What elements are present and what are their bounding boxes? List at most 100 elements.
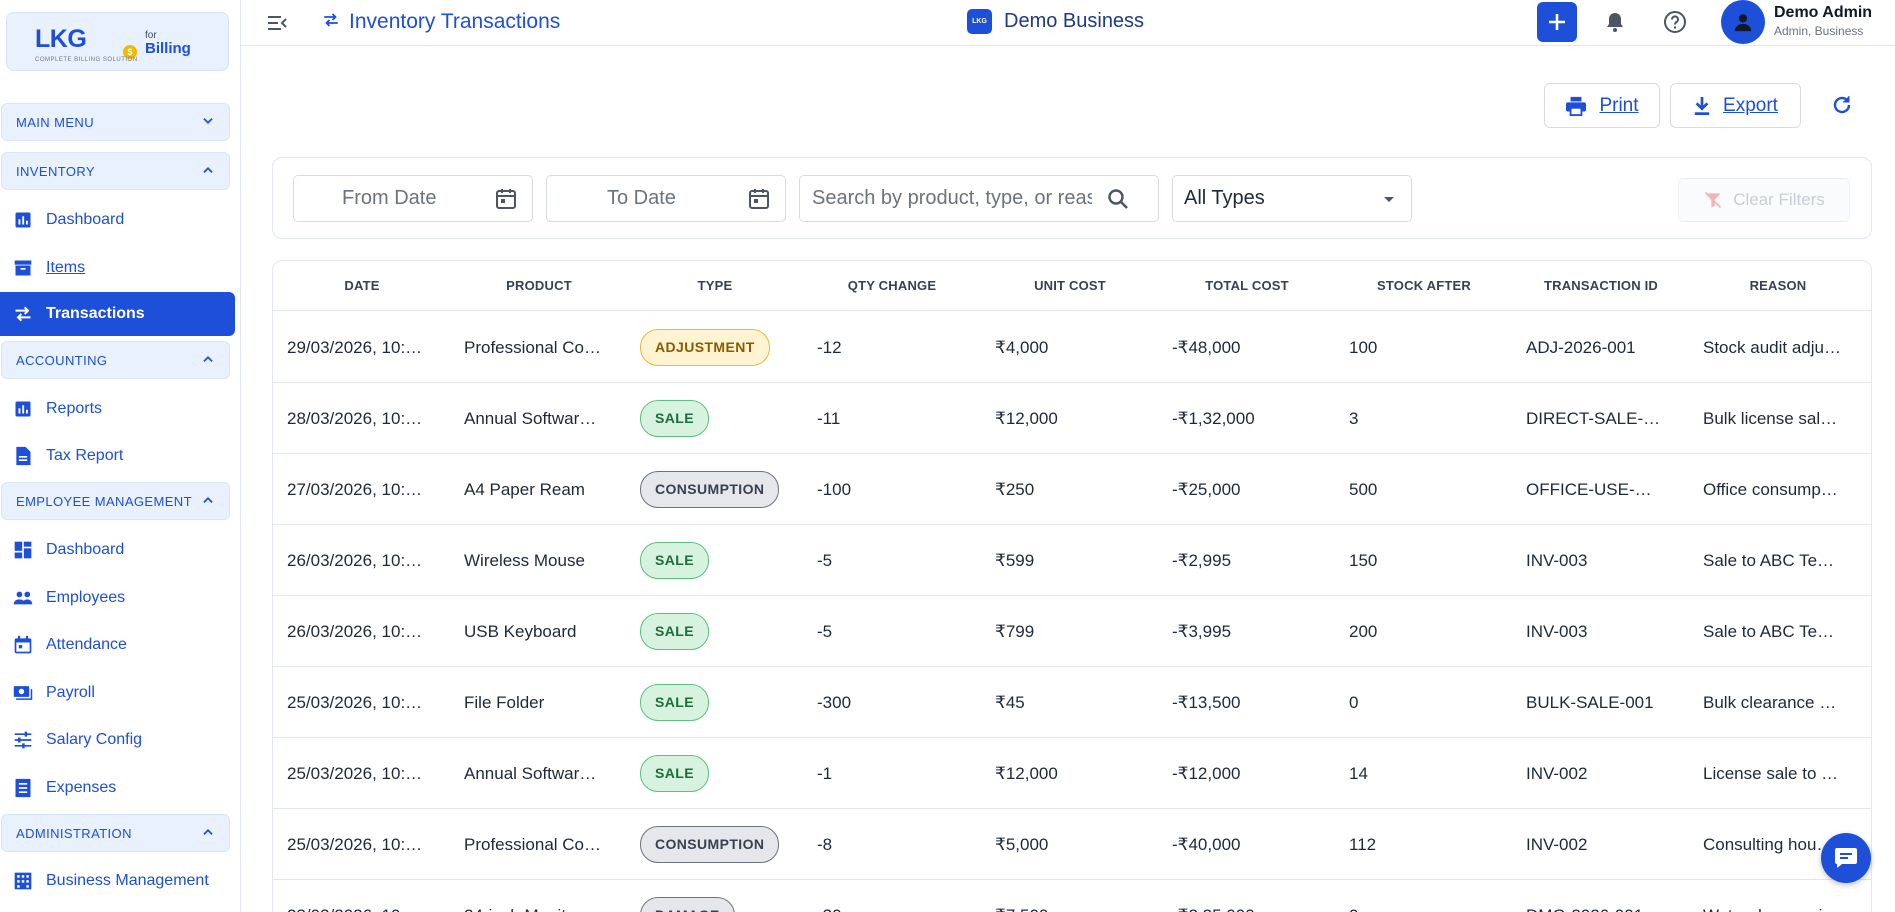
app-root: LKG $ for Billing COMPLETE BILLING SOLUT… bbox=[0, 0, 1895, 912]
cell-text: 112 bbox=[1349, 834, 1377, 854]
sidebar-item-tax-report[interactable]: Tax Report bbox=[0, 434, 235, 478]
chat-button[interactable] bbox=[1821, 833, 1871, 883]
cell-text: ₹7,500 bbox=[995, 906, 1048, 912]
brand-logo[interactable]: LKG $ for Billing COMPLETE BILLING SOLUT… bbox=[6, 12, 229, 71]
cell-date: 27/03/2026, 10:… bbox=[287, 454, 437, 525]
table-row[interactable]: 25/03/2026, 10:… Annual Softwar… SALE -1 ₹12… bbox=[273, 738, 1871, 809]
sidebar-item-expenses[interactable]: Expenses bbox=[0, 766, 235, 810]
cell-type: CONSUMPTION bbox=[640, 454, 790, 525]
cell-date: 29/03/2026, 10:… bbox=[287, 312, 437, 383]
table-row[interactable]: 26/03/2026, 10:… USB Keyboard SALE -5 ₹799 -₹… bbox=[273, 596, 1871, 667]
print-button[interactable]: Print bbox=[1544, 83, 1660, 128]
user-menu[interactable]: Demo Admin Admin, Business bbox=[1721, 0, 1891, 44]
cell-transaction-id: INV-002 bbox=[1526, 738, 1676, 809]
cell-text: INV-003 bbox=[1526, 550, 1588, 570]
cell-unit-cost: ₹4,000 bbox=[995, 312, 1145, 383]
cell-date: 26/03/2026, 10:… bbox=[287, 525, 437, 596]
sidebar-item-employee-dashboard[interactable]: Dashboard bbox=[0, 528, 235, 572]
column-header-qty-change[interactable]: QTY CHANGE bbox=[817, 278, 967, 293]
sliders-icon bbox=[13, 730, 33, 750]
sidebar-item-label: Dashboard bbox=[46, 541, 125, 558]
cell-text: 26/03/2026, 10:… bbox=[287, 621, 423, 641]
cell-date: 23/03/2026, 10:… bbox=[287, 880, 437, 912]
table-row[interactable]: 25/03/2026, 10:… File Folder SALE -300 ₹45 -₹… bbox=[273, 667, 1871, 738]
person-icon bbox=[1734, 14, 1752, 32]
column-header-type[interactable]: TYPE bbox=[640, 278, 790, 293]
column-header-reason[interactable]: REASON bbox=[1703, 278, 1853, 293]
section-employee-management[interactable]: EMPLOYEE MANAGEMENT bbox=[1, 482, 230, 520]
cell-type: SALE bbox=[640, 667, 790, 738]
search-field[interactable] bbox=[799, 175, 1159, 222]
avatar bbox=[1721, 0, 1765, 44]
page-title-text: Inventory Transactions bbox=[349, 10, 561, 33]
bar-chart-icon bbox=[13, 210, 33, 230]
section-administration[interactable]: ADMINISTRATION bbox=[1, 814, 230, 852]
to-date-field[interactable]: To Date bbox=[546, 175, 786, 222]
clear-filters-label: Clear Filters bbox=[1733, 190, 1825, 209]
column-header-date[interactable]: DATE bbox=[287, 278, 437, 293]
cell-text: 500 bbox=[1349, 479, 1378, 499]
cell-stock-after: 14 bbox=[1349, 738, 1499, 809]
column-header-product[interactable]: PRODUCT bbox=[464, 278, 614, 293]
table-row[interactable]: 28/03/2026, 10:… Annual Softwar… SALE -11 ₹1… bbox=[273, 383, 1871, 454]
table-row[interactable]: 26/03/2026, 10:… Wireless Mouse SALE -5 ₹599… bbox=[273, 525, 1871, 596]
cell-text: -8 bbox=[817, 834, 833, 854]
search-input[interactable] bbox=[812, 187, 1092, 210]
column-header-transaction-id[interactable]: TRANSACTION ID bbox=[1526, 278, 1676, 293]
column-header-stock-after[interactable]: STOCK AFTER bbox=[1349, 278, 1499, 293]
table-row[interactable]: 23/03/2026, 10:… 24-inch Monitor DAMAGE -30… bbox=[273, 880, 1871, 912]
column-header-unit-cost[interactable]: UNIT COST bbox=[995, 278, 1145, 293]
section-main-menu[interactable]: MAIN MENU bbox=[1, 103, 230, 141]
add-button[interactable] bbox=[1537, 2, 1577, 42]
bar-chart-icon bbox=[13, 399, 33, 419]
sidebar-item-business-management[interactable]: Business Management bbox=[0, 859, 235, 903]
chevron-up-icon bbox=[201, 825, 215, 842]
sidebar-item-transactions[interactable]: Transactions bbox=[0, 292, 235, 336]
cell-text: -₹1,32,000 bbox=[1172, 408, 1255, 428]
sidebar-item-inventory-dashboard[interactable]: Dashboard bbox=[0, 198, 235, 242]
table-row[interactable]: 25/03/2026, 10:… Professional Co… CONSUMPT… bbox=[273, 809, 1871, 880]
section-inventory[interactable]: INVENTORY bbox=[1, 152, 230, 190]
type-badge: SALE bbox=[640, 400, 709, 437]
cell-text: Consulting hou… bbox=[1703, 834, 1834, 854]
cell-stock-after: 0 bbox=[1349, 667, 1499, 738]
cell-text: -12 bbox=[817, 337, 842, 357]
filter-off-icon bbox=[1703, 190, 1723, 210]
bell-icon[interactable] bbox=[1603, 10, 1627, 34]
sidebar-item-label: Salary Config bbox=[46, 731, 143, 748]
clear-filters-button[interactable]: Clear Filters bbox=[1678, 178, 1850, 222]
help-icon[interactable] bbox=[1663, 10, 1687, 34]
sidebar-item-reports[interactable]: Reports bbox=[0, 387, 235, 431]
calendar-icon[interactable] bbox=[494, 187, 518, 211]
menu-collapse-icon[interactable] bbox=[265, 11, 289, 35]
sidebar-item-employees[interactable]: Employees bbox=[0, 576, 235, 620]
cell-text: ₹250 bbox=[995, 479, 1035, 499]
from-date-field[interactable]: From Date bbox=[293, 175, 533, 222]
cell-product: Annual Softwar… bbox=[464, 383, 614, 454]
sidebar-item-items[interactable]: Items bbox=[0, 246, 235, 290]
cell-total-cost: -₹48,000 bbox=[1172, 312, 1322, 383]
refresh-icon[interactable] bbox=[1830, 93, 1854, 117]
type-badge: SALE bbox=[640, 613, 709, 650]
table-row[interactable]: 29/03/2026, 10:… Professional Co… ADJUSTME… bbox=[273, 312, 1871, 383]
sidebar-item-salary-config[interactable]: Salary Config bbox=[0, 718, 235, 762]
column-header-total-cost[interactable]: TOTAL COST bbox=[1172, 278, 1322, 293]
business-selector[interactable]: LKG Demo Business bbox=[967, 9, 1144, 34]
table-row[interactable]: 27/03/2026, 10:… A4 Paper Ream CONSUMPTION… bbox=[273, 454, 1871, 525]
cell-text: ₹4,000 bbox=[995, 337, 1049, 357]
search-icon[interactable] bbox=[1106, 187, 1130, 211]
calendar-icon[interactable] bbox=[747, 187, 771, 211]
cell-text: -₹40,000 bbox=[1172, 834, 1241, 854]
export-button[interactable]: Export bbox=[1670, 83, 1801, 128]
type-select[interactable]: All Types bbox=[1172, 175, 1412, 222]
sidebar-item-label: Attendance bbox=[46, 636, 127, 653]
section-accounting[interactable]: ACCOUNTING bbox=[1, 341, 230, 379]
cell-text: ADJ-2026-001 bbox=[1526, 337, 1636, 357]
logo-billing-text: Billing bbox=[145, 40, 191, 57]
sidebar-item-payroll[interactable]: Payroll bbox=[0, 671, 235, 715]
sidebar-item-attendance[interactable]: Attendance bbox=[0, 623, 235, 667]
type-badge: SALE bbox=[640, 755, 709, 792]
cell-qty-change: -12 bbox=[817, 312, 967, 383]
type-badge: ADJUSTMENT bbox=[640, 329, 770, 366]
cell-qty-change: -5 bbox=[817, 525, 967, 596]
